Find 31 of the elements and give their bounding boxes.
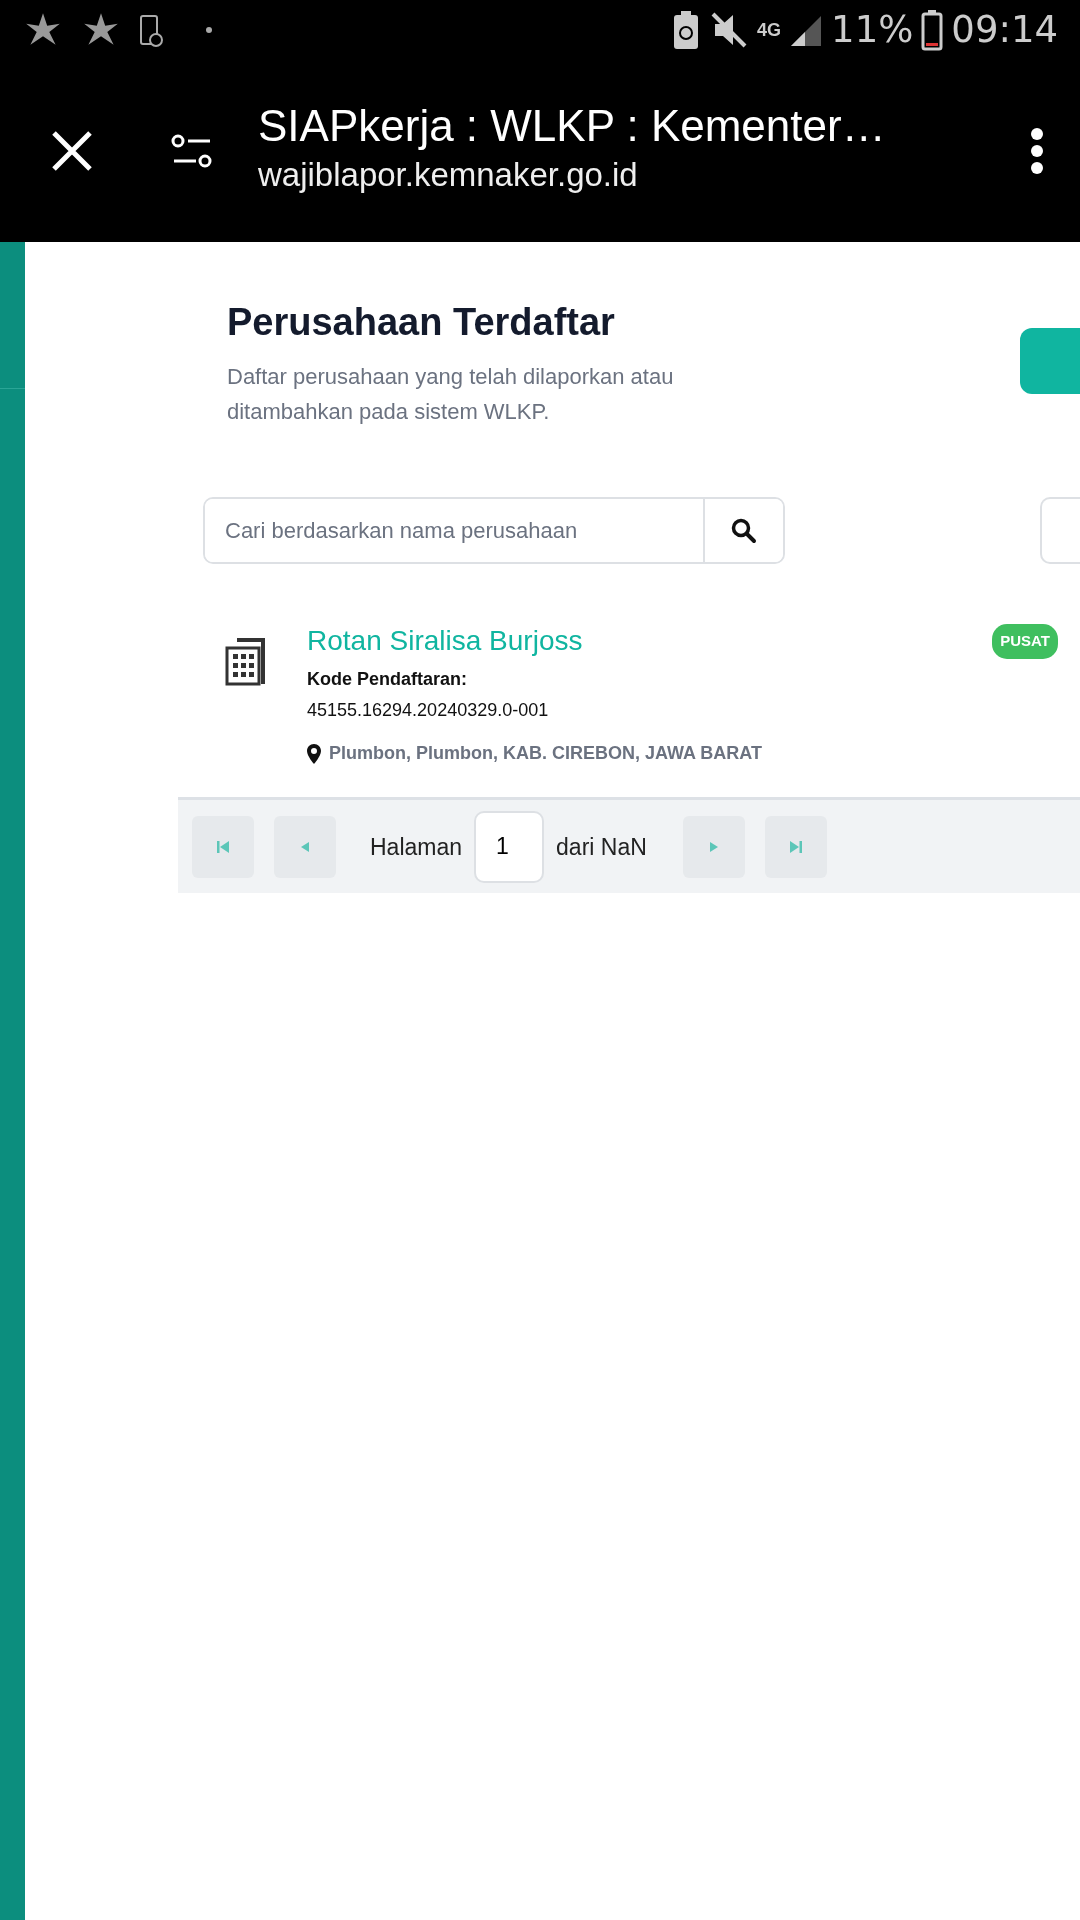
sliders-icon[interactable] [170,133,214,169]
location-pin-icon [307,743,321,764]
search-icon [731,517,757,544]
section-description: Daftar perusahaan yang telah dilaporkan atau ditambahkan pada sistem WLKP. [227,363,675,427]
action-button[interactable] [1020,328,1080,394]
more-icon[interactable] [1030,127,1044,175]
battery-percent: 11% [831,7,914,54]
page-input[interactable]: 1 [474,810,545,883]
network-type: 4G [757,18,782,42]
page-url: wajiblapor.kemnaker.go.id [258,155,639,196]
page-button[interactable] [764,815,827,878]
search-button[interactable] [703,499,783,563]
page-button[interactable] [682,815,745,878]
filter-button[interactable] [1040,497,1080,565]
close-icon[interactable] [50,129,94,173]
dot-icon [204,25,214,35]
last-page-icon [787,838,804,855]
clock: 09:14 [951,7,1058,54]
registration-code: 45155.16294.20240329.0-001 [307,699,550,723]
company-location: Plumbon, Plumbon, KAB. CIREBON, JAWA BARAT [329,742,762,766]
status-tag: PUSAT [992,624,1058,659]
code-label: Kode Pendaftaran: [307,668,469,692]
page-button[interactable] [192,815,254,878]
section-title: Perusahaan Terdaftar [227,300,616,345]
search-field[interactable]: Cari berdasarkan nama perusahaan [203,497,785,565]
page-label: Halaman [370,832,463,862]
first-page-icon [215,838,231,855]
page-title: SIAPkerja : WLKP : Kementer… [258,102,886,151]
page-total: dari NaN [556,832,647,862]
page-button[interactable] [274,815,336,878]
battery-icon [921,9,944,51]
